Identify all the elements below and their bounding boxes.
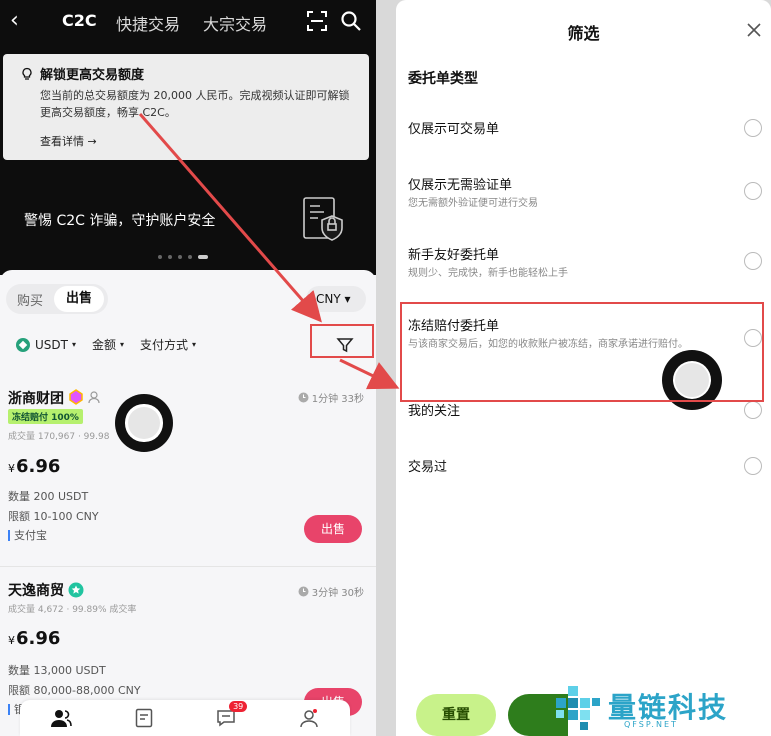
panel-title: 筛选 xyxy=(567,24,600,43)
option-no-verification[interactable]: 仅展示无需验证单 您无需额外验证便可进行交易 xyxy=(408,174,763,210)
release-time-text: 1分钟 33秒 xyxy=(311,394,364,405)
profile-icon xyxy=(300,709,318,728)
annotation-box-filter xyxy=(310,324,374,358)
merchant-name[interactable]: 天逸商贸 xyxy=(8,580,64,600)
price-value: 6.96 xyxy=(16,628,61,649)
shield-document-icon xyxy=(298,192,354,252)
payment-method: 支付宝 xyxy=(8,530,47,541)
merchant-stats: 成交量 170,967 · 99.98 xyxy=(8,432,110,442)
watermark-subtext: QFSP.NET xyxy=(624,720,678,729)
tab-bulk-trade[interactable]: 大宗交易 xyxy=(203,11,267,35)
reset-button[interactable]: 重置 xyxy=(416,694,496,736)
radio-button[interactable] xyxy=(744,401,762,419)
tab-messages[interactable]: 39 xyxy=(211,701,248,733)
filter-row: USDT ▾ 金额 ▾ 支付方式 ▾ xyxy=(16,336,212,353)
buy-sell-toggle: 购买 出售 xyxy=(6,284,108,314)
freeze-compensation-badge: 冻结赔付 100% xyxy=(8,409,83,424)
diamond-badge-icon xyxy=(68,389,84,409)
lightbulb-icon xyxy=(22,67,32,80)
radio-button[interactable] xyxy=(744,182,762,200)
price: ¥6.96 xyxy=(8,456,60,477)
verified-badge-icon xyxy=(68,582,84,602)
limit-notice-card[interactable]: 解锁更高交易额度 您当前的总交易额度为 20,000 人民币。完成视频认证即可解… xyxy=(3,54,369,160)
clock-icon xyxy=(298,586,309,597)
listing-card[interactable]: 浙商财团 1分钟 33秒 冻结赔付 100% 成交量 170,967 · 99.… xyxy=(0,382,376,562)
order-type-section-title: 委托单类型 xyxy=(408,71,478,87)
radio-button[interactable] xyxy=(744,457,762,475)
notification-badge: 39 xyxy=(229,701,248,712)
currency-symbol: ¥ xyxy=(8,634,15,647)
touch-indicator xyxy=(115,394,173,452)
option-title: 仅展示无需验证单 xyxy=(408,178,513,193)
users-icon xyxy=(51,710,73,727)
option-beginner-friendly[interactable]: 新手友好委托单 规则少、完成快，新手也能轻松上手 xyxy=(408,244,763,280)
back-button[interactable]: ‹ xyxy=(10,8,19,33)
carousel-dots[interactable] xyxy=(158,255,208,259)
sell-tab[interactable]: 出售 xyxy=(54,286,104,312)
search-icon[interactable] xyxy=(340,10,362,36)
asset-filter[interactable]: USDT ▾ xyxy=(16,337,76,352)
option-title: 新手友好委托单 xyxy=(408,248,500,263)
divider xyxy=(0,566,376,567)
notice-title: 解锁更高交易额度 xyxy=(40,68,145,83)
price-value: 6.96 xyxy=(16,456,61,477)
notice-details-link[interactable]: 查看详情 → xyxy=(20,133,355,149)
hero-area: ‹ C2C 快捷交易 大宗交易 解锁更高交易额度 您当前的总交易额度为 20,0… xyxy=(0,0,376,275)
watermark: 量链科技 QFSP.NET xyxy=(552,678,728,734)
tab-quick-trade[interactable]: 快捷交易 xyxy=(116,11,180,35)
radio-button[interactable] xyxy=(744,119,762,137)
asset-filter-label: USDT xyxy=(35,337,68,352)
amount-filter[interactable]: 金额 ▾ xyxy=(92,336,124,353)
tab-profile[interactable] xyxy=(294,703,324,733)
merchant-name[interactable]: 浙商财团 xyxy=(8,388,64,408)
tab-users[interactable] xyxy=(46,703,76,733)
sell-button[interactable]: 出售 xyxy=(304,515,362,543)
radio-button[interactable] xyxy=(744,252,762,270)
option-traded-before[interactable]: 交易过 xyxy=(408,456,763,475)
annotation-box-option xyxy=(400,302,764,402)
watermark-logo-icon xyxy=(556,686,600,730)
user-icon xyxy=(88,389,102,408)
scan-icon[interactable] xyxy=(306,10,328,36)
quantity: 数量 13,000 USDT xyxy=(8,664,106,677)
payment-filter[interactable]: 支付方式 ▾ xyxy=(140,336,196,353)
amount-filter-label: 金额 xyxy=(92,338,117,352)
avg-release-time: 3分钟 30秒 xyxy=(298,584,364,599)
option-tradable-only[interactable]: 仅展示可交易单 xyxy=(408,118,763,137)
close-icon[interactable] xyxy=(746,22,762,42)
orders-icon xyxy=(135,708,152,728)
chevron-down-icon: ▾ xyxy=(120,340,125,349)
notice-title-row: 解锁更高交易额度 xyxy=(20,64,355,83)
option-desc: 您无需额外验证便可进行交易 xyxy=(408,198,538,209)
avg-release-time: 1分钟 33秒 xyxy=(298,390,364,405)
quantity: 数量 200 USDT xyxy=(8,490,89,503)
chevron-down-icon: ▾ xyxy=(192,340,197,349)
currency-select[interactable]: CNY ▾ xyxy=(306,286,366,312)
usdt-icon xyxy=(16,337,30,352)
banner-text[interactable]: 警惕 C2C 诈骗，守护账户安全 xyxy=(24,210,215,230)
c2c-screen: ‹ C2C 快捷交易 大宗交易 解锁更高交易额度 您当前的总交易额度为 20,0… xyxy=(0,0,376,736)
tab-c2c[interactable]: C2C xyxy=(62,11,97,30)
currency-symbol: ¥ xyxy=(8,462,15,475)
price: ¥6.96 xyxy=(8,628,60,649)
limit: 限额 10-100 CNY xyxy=(8,510,99,523)
merchant-stats: 成交量 4,672 · 99.89% 成交率 xyxy=(8,605,137,615)
option-desc: 规则少、完成快，新手也能轻松上手 xyxy=(408,268,568,279)
tab-orders[interactable] xyxy=(129,703,159,733)
top-nav: ‹ C2C 快捷交易 大宗交易 xyxy=(0,0,376,44)
buy-tab[interactable]: 购买 xyxy=(6,290,54,309)
bottom-tab-bar: 39 xyxy=(20,700,350,736)
option-title: 交易过 xyxy=(408,460,448,475)
payment-filter-label: 支付方式 xyxy=(140,338,189,352)
notice-body: 您当前的总交易额度为 20,000 人民币。完成视频认证即可解锁更高交易额度，畅… xyxy=(40,89,350,119)
option-title: 仅展示可交易单 xyxy=(408,122,500,137)
release-time-text: 3分钟 30秒 xyxy=(311,588,364,599)
limit: 限额 80,000-88,000 CNY xyxy=(8,684,141,697)
clock-icon xyxy=(298,392,309,403)
chevron-down-icon: ▾ xyxy=(71,340,76,349)
